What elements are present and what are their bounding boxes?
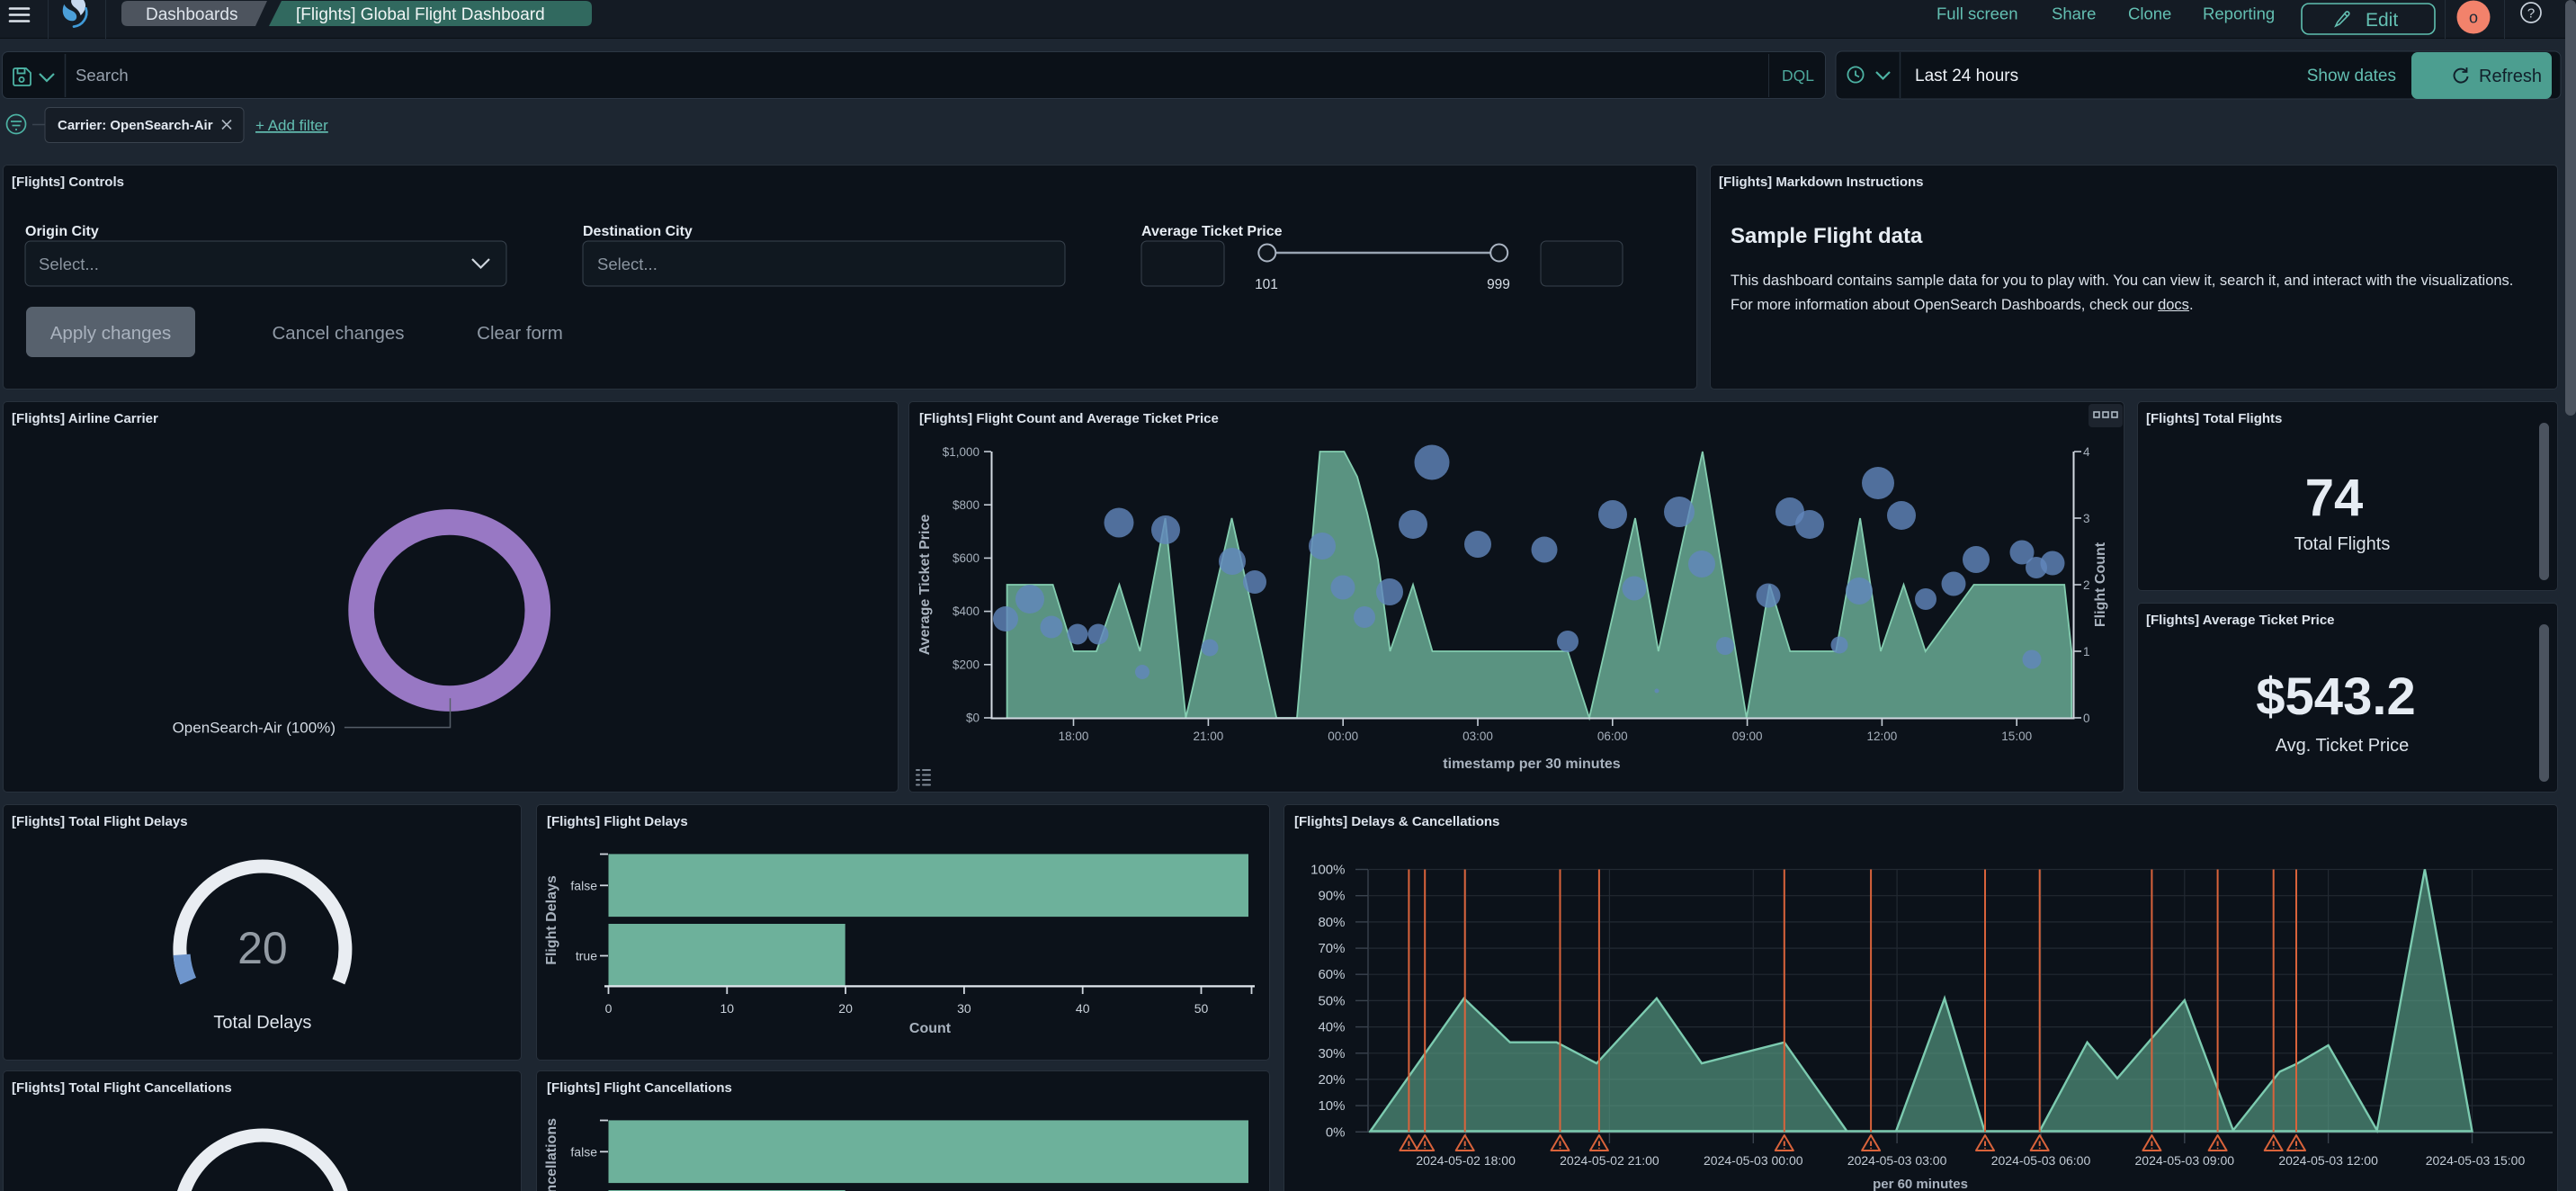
svg-text:0: 0 <box>2083 712 2090 725</box>
svg-text:2024-05-03 03:00: 2024-05-03 03:00 <box>1847 1153 1947 1168</box>
svg-text:2024-05-03 09:00: 2024-05-03 09:00 <box>2135 1153 2235 1168</box>
svg-text:Select...: Select... <box>597 255 657 273</box>
svg-text:4: 4 <box>2083 445 2090 459</box>
svg-text:Select...: Select... <box>39 255 99 273</box>
svg-text:12:00: 12:00 <box>1867 730 1898 743</box>
svg-text:50: 50 <box>1194 1001 1209 1016</box>
svg-text:0%: 0% <box>1326 1124 1346 1140</box>
svg-text:Count: Count <box>909 1021 952 1036</box>
svg-text:2024-05-03 00:00: 2024-05-03 00:00 <box>1704 1153 1803 1168</box>
svg-text:100%: 100% <box>1310 863 1345 878</box>
svg-text:2024-05-03 06:00: 2024-05-03 06:00 <box>1991 1153 2091 1168</box>
svg-text:0: 0 <box>605 1001 613 1016</box>
svg-text:1: 1 <box>2083 645 2090 658</box>
svg-text:80%: 80% <box>1318 915 1345 930</box>
svg-text:50%: 50% <box>1318 993 1345 1008</box>
svg-text:Cancel changes: Cancel changes <box>272 323 404 344</box>
svg-text:10%: 10% <box>1318 1098 1345 1114</box>
svg-text:timestamp per 30 minutes: timestamp per 30 minutes <box>1443 757 1621 772</box>
svg-text:Flight Delays: Flight Delays <box>544 875 559 965</box>
svg-text:00:00: 00:00 <box>1328 730 1358 743</box>
svg-text:Last 24 hours: Last 24 hours <box>1915 67 2018 85</box>
svg-text:$200: $200 <box>953 658 979 672</box>
svg-text:2024-05-02 18:00: 2024-05-02 18:00 <box>1416 1153 1516 1168</box>
svg-text:70%: 70% <box>1318 941 1345 956</box>
svg-text:101: 101 <box>1255 277 1278 292</box>
svg-text:DQL: DQL <box>1782 67 1814 85</box>
svg-text:20: 20 <box>237 923 288 973</box>
svg-text:2024-05-03 15:00: 2024-05-03 15:00 <box>2426 1153 2526 1168</box>
svg-text:Average Ticket Price: Average Ticket Price <box>1141 224 1283 239</box>
svg-text:09:00: 09:00 <box>1732 730 1763 743</box>
svg-text:40%: 40% <box>1318 1020 1345 1035</box>
svg-text:2024-05-02 21:00: 2024-05-02 21:00 <box>1560 1153 1659 1168</box>
svg-text:06:00: 06:00 <box>1597 730 1628 743</box>
svg-text:Origin City: Origin City <box>25 224 99 239</box>
svg-text:999: 999 <box>1487 277 1510 292</box>
svg-text:Apply changes: Apply changes <box>50 323 171 344</box>
svg-text:21:00: 21:00 <box>1194 730 1224 743</box>
svg-text:$600: $600 <box>953 551 979 565</box>
svg-text:$800: $800 <box>953 498 979 512</box>
svg-text:Flight Cancellations: Flight Cancellations <box>544 1118 559 1191</box>
svg-text:30: 30 <box>957 1001 971 1016</box>
svg-text:$400: $400 <box>953 604 979 618</box>
svg-text:90%: 90% <box>1318 889 1345 904</box>
svg-text:03:00: 03:00 <box>1462 730 1493 743</box>
svg-text:2: 2 <box>2083 578 2090 592</box>
svg-text:$0: $0 <box>966 712 979 725</box>
svg-text:per 60 minutes: per 60 minutes <box>1873 1177 1968 1191</box>
svg-text:10: 10 <box>720 1001 735 1016</box>
svg-text:60%: 60% <box>1318 967 1345 982</box>
svg-text:false: false <box>570 879 597 893</box>
svg-text:3: 3 <box>2083 512 2090 525</box>
svg-text:20: 20 <box>838 1001 853 1016</box>
svg-text:Flight Count: Flight Count <box>2093 542 2108 627</box>
svg-text:18:00: 18:00 <box>1059 730 1089 743</box>
svg-text:Total Delays: Total Delays <box>213 1013 311 1033</box>
svg-text:40: 40 <box>1076 1001 1090 1016</box>
svg-text:$1,000: $1,000 <box>943 445 979 459</box>
svg-text:Average Ticket Price: Average Ticket Price <box>917 515 933 656</box>
svg-text:true: true <box>576 949 597 963</box>
svg-text:false: false <box>570 1145 597 1160</box>
svg-text:Refresh: Refresh <box>2479 67 2542 86</box>
svg-text:20%: 20% <box>1318 1072 1345 1088</box>
svg-text:Clear form: Clear form <box>477 323 563 344</box>
svg-text:30%: 30% <box>1318 1046 1345 1061</box>
svg-text:15:00: 15:00 <box>2001 730 2032 743</box>
svg-text:Show dates: Show dates <box>2307 67 2396 85</box>
svg-text:Destination City: Destination City <box>583 224 693 239</box>
svg-text:2024-05-03 12:00: 2024-05-03 12:00 <box>2278 1153 2378 1168</box>
svg-text:OpenSearch-Air (100%): OpenSearch-Air (100%) <box>173 720 335 737</box>
